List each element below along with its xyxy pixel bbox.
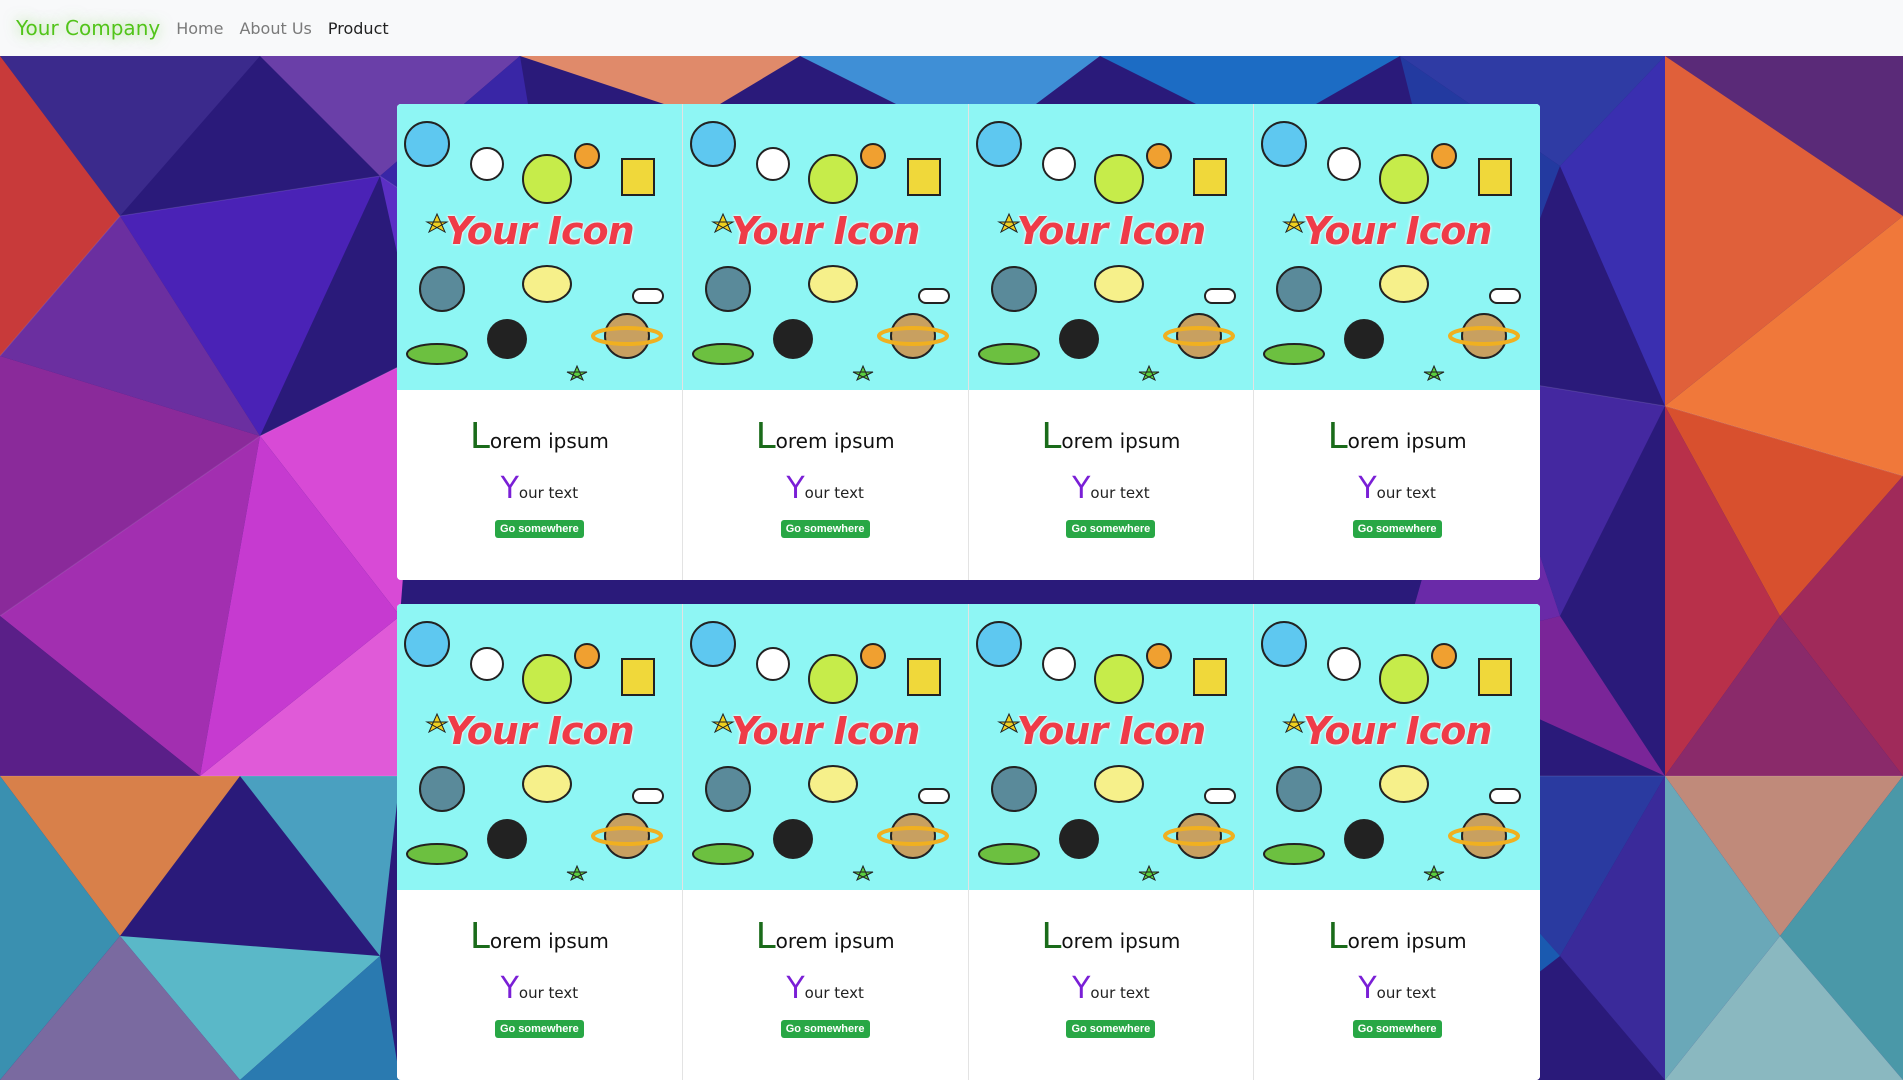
card-text-rest: our text: [1090, 984, 1150, 1002]
card-text-rest: our text: [804, 484, 864, 502]
brand-link[interactable]: Your Company: [16, 16, 160, 40]
product-card: Your Icon Lorem ipsum Your text Go somew…: [397, 104, 683, 580]
nav-links: Home About Us Product: [168, 19, 396, 38]
card-title-rest: orem ipsum: [775, 429, 895, 453]
product-card: Your Icon Lorem ipsum Your text Go somew…: [682, 604, 969, 1080]
go-somewhere-button[interactable]: Go somewhere: [780, 520, 870, 538]
card-title-rest: orem ipsum: [1061, 929, 1181, 953]
nav-link-home[interactable]: Home: [168, 19, 231, 38]
card-image-label: Your Icon: [1302, 709, 1493, 753]
card-image: Your Icon: [968, 104, 1254, 390]
card-image-label: Your Icon: [1016, 709, 1207, 753]
product-card: Your Icon Lorem ipsum Your text Go somew…: [1254, 604, 1540, 1080]
card-title-rest: orem ipsum: [1347, 429, 1467, 453]
card-image: Your Icon: [397, 604, 682, 890]
nav-link-product[interactable]: Product: [320, 19, 397, 38]
card-image: Your Icon: [968, 604, 1254, 890]
card-text-rest: our text: [518, 484, 579, 502]
card-title: Lorem ipsum: [683, 916, 968, 957]
product-card: Your Icon Lorem ipsum Your text Go somew…: [1254, 104, 1540, 580]
card-title-initial: L: [469, 916, 490, 957]
card-text: Your text: [397, 471, 682, 506]
card-title: Lorem ipsum: [969, 416, 1254, 457]
go-somewhere-button[interactable]: Go somewhere: [780, 1020, 870, 1038]
go-somewhere-button[interactable]: Go somewhere: [1066, 1020, 1156, 1038]
card-image: Your Icon: [1254, 104, 1540, 390]
go-somewhere-button[interactable]: Go somewhere: [1352, 520, 1442, 538]
card-text-initial: Y: [1072, 471, 1091, 506]
card-image: Your Icon: [1254, 604, 1540, 890]
card-image: Your Icon: [682, 604, 968, 890]
card-text-rest: our text: [1090, 484, 1150, 502]
card-text-initial: Y: [1358, 471, 1377, 506]
card-text-rest: our text: [1376, 984, 1436, 1002]
card-text-initial: Y: [500, 471, 519, 506]
navbar: Your Company Home About Us Product: [0, 0, 1903, 56]
card-body: Lorem ipsum Your text Go somewhere: [683, 416, 968, 538]
card-title-rest: orem ipsum: [1061, 429, 1181, 453]
card-text-rest: our text: [1376, 484, 1436, 502]
card-text-initial: Y: [786, 971, 805, 1006]
card-text: Your text: [1254, 471, 1540, 506]
card-image: Your Icon: [682, 104, 968, 390]
card-title-initial: L: [1041, 916, 1062, 957]
card-title-rest: orem ipsum: [489, 929, 609, 953]
card-image-label: Your Icon: [445, 709, 635, 753]
card-title-initial: L: [755, 416, 776, 457]
card-text-initial: Y: [1358, 971, 1377, 1006]
card-title: Lorem ipsum: [683, 416, 968, 457]
go-somewhere-button[interactable]: Go somewhere: [1066, 520, 1156, 538]
card-image-label: Your Icon: [730, 709, 921, 753]
card-text-rest: our text: [804, 984, 864, 1002]
card-title: Lorem ipsum: [397, 916, 682, 957]
card-text-initial: Y: [500, 971, 519, 1006]
card-image-label: Your Icon: [1302, 209, 1493, 253]
product-card: Your Icon Lorem ipsum Your text Go somew…: [968, 104, 1255, 580]
card-body: Lorem ipsum Your text Go somewhere: [1254, 416, 1540, 538]
card-row: Your Icon Lorem ipsum Your text Go somew…: [397, 604, 1540, 1080]
go-somewhere-button[interactable]: Go somewhere: [1352, 1020, 1442, 1038]
card-title: Lorem ipsum: [397, 416, 682, 457]
card-title: Lorem ipsum: [1254, 416, 1540, 457]
card-title-initial: L: [1327, 916, 1348, 957]
card-text-initial: Y: [1072, 971, 1091, 1006]
card-body: Lorem ipsum Your text Go somewhere: [1254, 916, 1540, 1038]
card-text-rest: our text: [518, 984, 579, 1002]
card-row: Your Icon Lorem ipsum Your text Go somew…: [397, 104, 1540, 580]
card-body: Lorem ipsum Your text Go somewhere: [397, 416, 682, 538]
card-body: Lorem ipsum Your text Go somewhere: [969, 416, 1254, 538]
card-title: Lorem ipsum: [1254, 916, 1540, 957]
card-image-label: Your Icon: [445, 209, 635, 253]
card-title-rest: orem ipsum: [1347, 929, 1467, 953]
card-title-rest: orem ipsum: [489, 429, 609, 453]
card-text: Your text: [397, 971, 682, 1006]
card-title-initial: L: [469, 416, 490, 457]
card-text: Your text: [683, 971, 968, 1006]
card-title-rest: orem ipsum: [775, 929, 895, 953]
card-text: Your text: [1254, 971, 1540, 1006]
card-image-label: Your Icon: [1016, 209, 1207, 253]
card-text: Your text: [969, 971, 1254, 1006]
product-card: Your Icon Lorem ipsum Your text Go somew…: [968, 604, 1255, 1080]
card-body: Lorem ipsum Your text Go somewhere: [969, 916, 1254, 1038]
card-text: Your text: [683, 471, 968, 506]
card-text: Your text: [969, 471, 1254, 506]
go-somewhere-button[interactable]: Go somewhere: [494, 520, 584, 538]
card-image-label: Your Icon: [730, 209, 921, 253]
card-title-initial: L: [1041, 416, 1062, 457]
card-text-initial: Y: [786, 471, 805, 506]
card-image: Your Icon: [397, 104, 682, 390]
card-title-initial: L: [1327, 416, 1348, 457]
nav-link-about-us[interactable]: About Us: [231, 19, 319, 38]
product-card: Your Icon Lorem ipsum Your text Go somew…: [682, 104, 969, 580]
card-body: Lorem ipsum Your text Go somewhere: [683, 916, 968, 1038]
go-somewhere-button[interactable]: Go somewhere: [494, 1020, 584, 1038]
card-title: Lorem ipsum: [969, 916, 1254, 957]
card-body: Lorem ipsum Your text Go somewhere: [397, 916, 682, 1038]
product-card: Your Icon Lorem ipsum Your text Go somew…: [397, 604, 683, 1080]
card-title-initial: L: [755, 916, 776, 957]
